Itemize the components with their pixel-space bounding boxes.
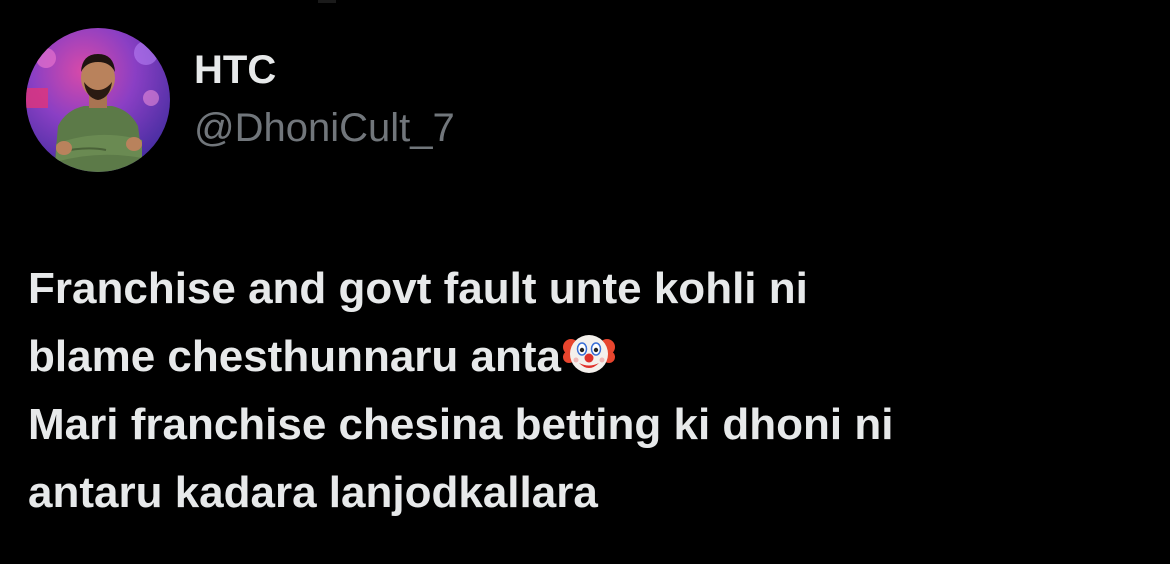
tweet-text: Franchise and govt fault unte kohli ni b…: [28, 255, 1148, 527]
avatar-image: [26, 28, 170, 172]
tweet-line-with-emoji: blame chesthunnaru anta: [28, 323, 1148, 391]
divider: [318, 0, 336, 3]
tweet-line: blame chesthunnaru anta: [28, 332, 562, 381]
avatar[interactable]: [26, 28, 170, 172]
tweet-card: HTC @DhoniCult_7 Franchise and govt faul…: [0, 0, 1170, 564]
tweet-line: antaru kadara lanjodkallara: [28, 468, 598, 517]
tweet-line: Mari franchise chesina betting ki dhoni …: [28, 400, 894, 449]
display-name[interactable]: HTC: [194, 44, 276, 96]
tweet-line: Franchise and govt fault unte kohli ni: [28, 264, 808, 313]
clown-face-icon: [563, 327, 616, 379]
user-handle[interactable]: @DhoniCult_7: [194, 102, 455, 154]
